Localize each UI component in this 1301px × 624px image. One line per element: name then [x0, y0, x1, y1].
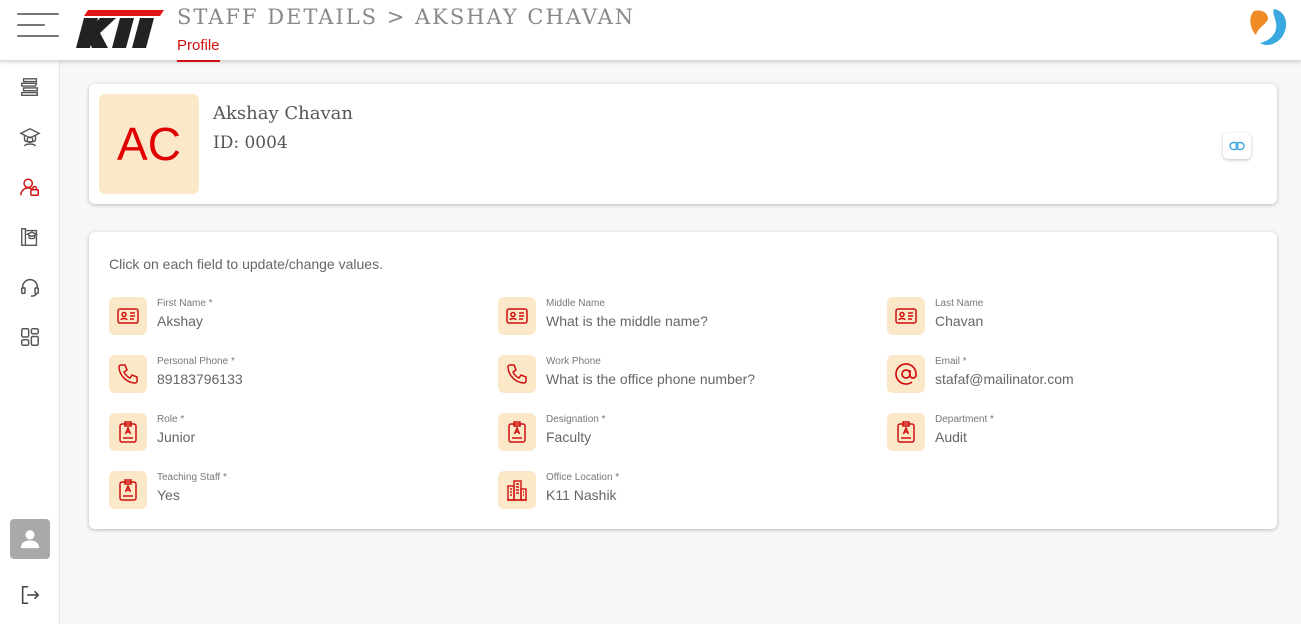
id-card-icon: [117, 308, 139, 324]
details-card: Click on each field to update/change val…: [89, 232, 1277, 529]
sidebar-item-staff[interactable]: [14, 171, 46, 203]
work-phone-field[interactable]: Work Phone What is the office phone numb…: [498, 355, 858, 399]
profile-initials-avatar: AC: [99, 94, 199, 194]
hamburger-menu-icon[interactable]: [17, 13, 59, 39]
badge-icon: [897, 421, 915, 443]
designation-field[interactable]: Designation * Faculty: [498, 413, 858, 457]
sidebar-item-students[interactable]: [14, 121, 46, 153]
role-field[interactable]: Role * Junior: [109, 413, 469, 457]
badge-icon: [119, 421, 137, 443]
staff-user-icon: [20, 178, 39, 196]
user-avatar-button[interactable]: [10, 519, 50, 559]
tab-profile[interactable]: Profile: [177, 37, 220, 62]
personal-phone-field[interactable]: Personal Phone * 89183796133: [109, 355, 469, 399]
sidebar-item-catalog[interactable]: [14, 221, 46, 253]
phone-icon: [507, 364, 527, 384]
badge-icon: [119, 479, 137, 501]
brand-logo[interactable]: [74, 8, 166, 50]
book-stack-icon: [21, 78, 39, 96]
graduate-student-icon: [19, 127, 41, 147]
middle-name-field[interactable]: Middle Name What is the middle name?: [498, 297, 858, 341]
office-building-icon: [507, 480, 527, 501]
teaching-staff-field[interactable]: Teaching Staff * Yes: [109, 471, 469, 515]
first-name-field[interactable]: First Name * Akshay: [109, 297, 469, 341]
last-name-field[interactable]: Last Name Chavan: [887, 297, 1247, 341]
sidebar-item-support[interactable]: [14, 271, 46, 303]
at-sign-icon: [895, 363, 917, 385]
id-card-icon: [506, 308, 528, 324]
office-location-field[interactable]: Office Location * K11 Nashik: [498, 471, 858, 515]
staff-name: Akshay Chavan: [213, 103, 353, 124]
sidebar-item-dashboard[interactable]: [14, 321, 46, 353]
sidebar: [0, 61, 60, 624]
profile-card: AC Akshay Chavan ID: 0004: [89, 84, 1277, 204]
course-catalog-icon: [21, 228, 38, 246]
badge-icon: [508, 421, 526, 443]
logout-icon: [21, 585, 40, 605]
link-account-button[interactable]: [1223, 133, 1251, 159]
top-header: STAFF DETAILS > AKSHAY CHAVAN Profile: [0, 0, 1301, 62]
edit-hint: Click on each field to update/change val…: [109, 256, 383, 272]
page-title: STAFF DETAILS > AKSHAY CHAVAN: [177, 5, 636, 29]
staff-id: ID: 0004: [213, 133, 288, 153]
phone-icon: [118, 364, 138, 384]
app-logo: [1250, 9, 1287, 45]
link-icon: [1229, 141, 1245, 151]
dashboard-grid-icon: [21, 328, 39, 346]
sidebar-item-courses[interactable]: [14, 71, 46, 103]
headset-support-icon: [21, 279, 39, 297]
email-field[interactable]: Email * stafaf@mailinator.com: [887, 355, 1247, 399]
user-avatar-icon: [20, 530, 40, 549]
logout-button[interactable]: [16, 581, 44, 609]
id-card-icon: [895, 308, 917, 324]
department-field[interactable]: Department * Audit: [887, 413, 1247, 457]
